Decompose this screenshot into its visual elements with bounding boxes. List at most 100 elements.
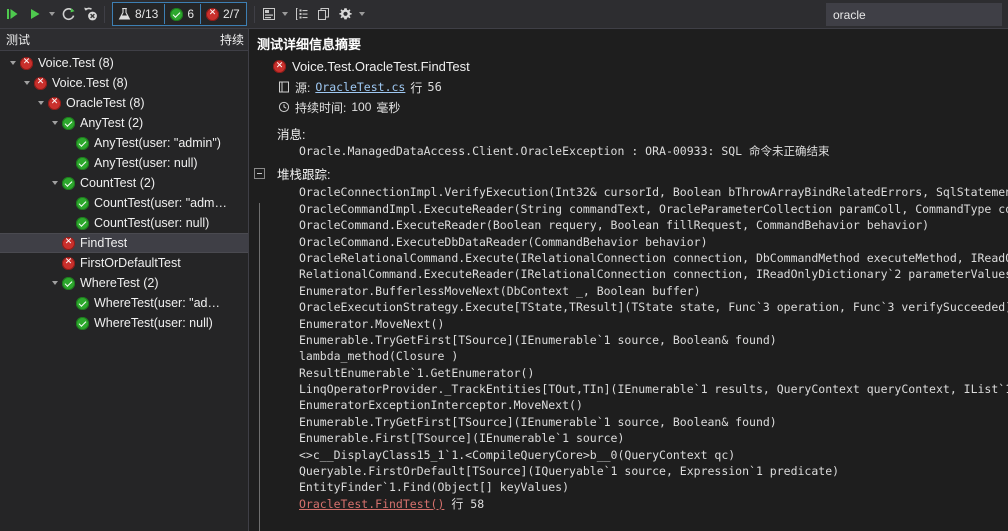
run-icon (31, 9, 40, 19)
stack-trace-line: LinqOperatorProvider._TrackEntities[TOut… (299, 382, 1008, 397)
check-circle-icon (76, 156, 89, 170)
group-by-dropdown-button[interactable] (280, 3, 291, 25)
test-tree[interactable]: ✕ Voice.Test (8) ✕ Voice.Test (8) ✕ OracleTes… (0, 51, 248, 531)
group-by-button[interactable] (258, 3, 280, 25)
stack-trace-line: EnumeratorExceptionInterceptor.MoveNext(… (299, 398, 583, 413)
tree-expander-collapse-icon[interactable] (48, 173, 62, 193)
clock-icon (277, 101, 290, 114)
status-total[interactable]: 8/13 (113, 4, 166, 24)
check-circle-icon (62, 276, 75, 290)
error-circle-icon: ✕ (206, 7, 220, 21)
chevron-down-icon (38, 101, 44, 105)
tree-item-label: WhereTest (2) (80, 276, 159, 290)
tree-item-5[interactable]: AnyTest(user: null) (0, 153, 248, 173)
copy-button[interactable] (313, 3, 335, 25)
tree-column-header: 测试 持续 (0, 29, 248, 51)
column-header-duration[interactable]: 持续 (220, 31, 248, 48)
run-all-button[interactable] (2, 3, 24, 25)
tree-expander-collapse-icon[interactable] (48, 113, 62, 133)
stack-trace-line: <>c__DisplayClass15_1`1.<CompileQueryCor… (299, 447, 736, 462)
flask-icon (118, 7, 131, 20)
tree-expander-collapse-icon[interactable] (48, 273, 62, 293)
message-text: Oracle.ManagedDataAccess.Client.OracleEx… (299, 144, 830, 158)
tree-item-label: Voice.Test (8) (52, 76, 128, 90)
status-failed-value: 2/7 (223, 7, 240, 21)
toolbar-separator-1 (104, 5, 105, 23)
chevron-down-icon (24, 81, 30, 85)
tree-item-7[interactable]: CountTest(user: "adm… (0, 193, 248, 213)
tree-item-9[interactable]: ✕ FindTest (0, 233, 248, 253)
status-total-value: 8/13 (135, 7, 159, 21)
tree-expander-collapse-icon[interactable] (34, 93, 48, 113)
check-circle-icon (76, 196, 89, 210)
check-circle-icon (76, 316, 89, 330)
error-circle-icon: ✕ (20, 56, 33, 70)
tree-item-4[interactable]: AnyTest(user: "admin") (0, 133, 248, 153)
tree-expander-spacer (48, 253, 62, 273)
tree-item-10[interactable]: ✕ FirstOrDefaultTest (0, 253, 248, 273)
stack-last-line-prefix: 行 (451, 496, 464, 511)
main-split: 测试 持续 ✕ Voice.Test (8) ✕ Voice.Test (8) ✕ Ora… (0, 29, 1008, 531)
tree-expander-spacer (62, 153, 76, 173)
settings-dropdown-button[interactable] (357, 3, 368, 25)
detail-line-number: 56 (427, 80, 442, 94)
tree-item-2[interactable]: ✕ OracleTest (8) (0, 93, 248, 113)
tree-expander-collapse-icon[interactable] (20, 73, 34, 93)
chevron-down-icon (10, 61, 16, 65)
tree-item-label: WhereTest(user: "ad… (94, 296, 221, 310)
stop-icon (83, 7, 97, 20)
source-file-link[interactable]: OracleTest.cs (315, 80, 405, 94)
check-circle-icon (170, 7, 184, 21)
tree-expander-spacer (48, 233, 62, 253)
stop-button[interactable] (79, 3, 101, 25)
tree-item-label: WhereTest(user: null) (94, 316, 213, 330)
tree-item-6[interactable]: CountTest (2) (0, 173, 248, 193)
column-header-test[interactable]: 测试 (0, 31, 220, 48)
playlist-button[interactable] (291, 3, 313, 25)
search-box[interactable] (826, 3, 1002, 26)
settings-button[interactable] (335, 3, 357, 25)
detail-test-name-row: ✕ Voice.Test.OracleTest.FindTest (249, 56, 1008, 77)
error-circle-icon: ✕ (48, 96, 61, 110)
tree-item-label: OracleTest (8) (66, 96, 145, 110)
group-by-icon (262, 8, 275, 20)
stack-trace-line: ResultEnumerable`1.GetEnumerator() (299, 365, 535, 380)
tree-item-3[interactable]: AnyTest (2) (0, 113, 248, 133)
repeat-icon (62, 7, 75, 20)
tree-expander-spacer (62, 313, 76, 333)
check-circle-icon (76, 216, 89, 230)
message-label: 消息: (277, 127, 306, 142)
tree-expander-collapse-icon[interactable] (6, 53, 20, 73)
stack-trace-line: EntityFinder`1.Find(Object[] keyValues) (299, 480, 570, 495)
tree-item-1[interactable]: ✕ Voice.Test (8) (0, 73, 248, 93)
search-input[interactable] (827, 5, 1001, 24)
repeat-last-run-button[interactable] (57, 3, 79, 25)
run-button[interactable] (24, 3, 46, 25)
stack-trace-line: Enumerable.TryGetFirst[TSource](IEnumera… (299, 332, 777, 347)
copy-icon (317, 8, 329, 20)
stack-trace-line: Enumerator.BufferlessMoveNext(DbContext … (299, 283, 701, 298)
stack-trace-line: Queryable.FirstOrDefault[TSource](IQuery… (299, 464, 840, 479)
chevron-down-icon (282, 12, 289, 16)
run-dropdown-button[interactable] (46, 3, 57, 25)
failing-test-link[interactable]: OracleTest.FindTest() (299, 497, 444, 511)
tree-item-13[interactable]: WhereTest(user: null) (0, 313, 248, 333)
collapse-toggle-icon[interactable] (254, 168, 265, 180)
tree-item-8[interactable]: CountTest(user: null) (0, 213, 248, 233)
status-failed[interactable]: ✕ 2/7 (201, 4, 246, 24)
run-all-icon (7, 9, 18, 19)
stack-trace-lines: OracleConnectionImpl.VerifyExecution(Int… (249, 184, 1008, 495)
check-circle-icon (62, 116, 75, 130)
tree-item-0[interactable]: ✕ Voice.Test (8) (0, 53, 248, 73)
gear-icon (339, 7, 352, 19)
tree-item-11[interactable]: WhereTest (2) (0, 273, 248, 293)
outline-vertical-line (258, 203, 260, 531)
status-passed[interactable]: 6 (165, 4, 202, 24)
tree-item-12[interactable]: WhereTest(user: "ad… (0, 293, 248, 313)
detail-test-name: Voice.Test.OracleTest.FindTest (292, 59, 470, 74)
stack-trace-line: lambda_method(Closure ) (299, 349, 459, 364)
tree-item-label: CountTest(user: "adm… (94, 196, 227, 210)
error-circle-icon: ✕ (273, 60, 286, 73)
toolbar: 8/13 6 ✕ 2/7 (0, 0, 1008, 29)
stack-trace-line: OracleCommandImpl.ExecuteReader(String c… (299, 201, 1008, 216)
